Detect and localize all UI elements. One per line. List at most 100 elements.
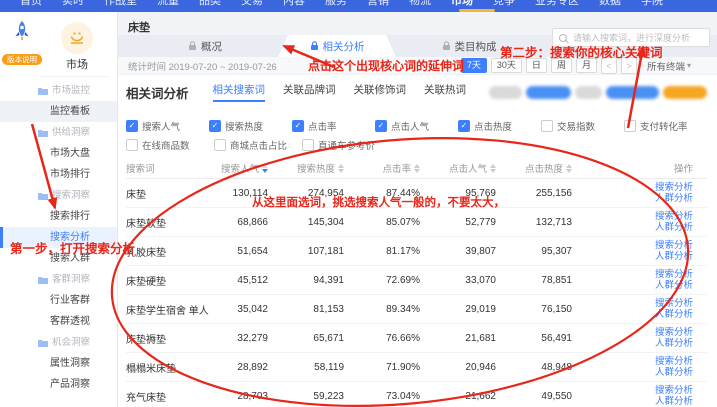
- checkbox-checked[interactable]: ✓: [458, 120, 470, 132]
- blurred-button[interactable]: [663, 86, 707, 99]
- nav-item-warroom[interactable]: 作战室: [94, 0, 147, 8]
- related-words-table: 搜索词 搜索人气 搜索热度 点击率 点击人气 点击热度 操作 床垫 130,11…: [126, 158, 707, 407]
- nav-item-logistics[interactable]: 物流: [399, 0, 441, 8]
- filter-click-heat[interactable]: ✓点击热度: [458, 119, 541, 133]
- col-header-click-heat[interactable]: 点击热度: [496, 161, 572, 176]
- tab-related-analysis[interactable]: 相关分析: [278, 35, 396, 57]
- search-analysis-link[interactable]: 搜索分析: [572, 327, 693, 338]
- blurred-button[interactable]: [489, 86, 522, 99]
- sidebar-item-attribute-insight[interactable]: 属性洞察: [0, 353, 117, 374]
- blurred-button[interactable]: [606, 86, 659, 99]
- range-7d-button[interactable]: 7天: [461, 58, 487, 73]
- ptab-hot-words[interactable]: 关联热词: [424, 82, 466, 102]
- sidebar-item-search-analysis[interactable]: 搜索分析: [0, 227, 117, 248]
- nav-item-business-zone[interactable]: 业务专区: [525, 0, 589, 8]
- checkbox-unchecked[interactable]: [302, 139, 314, 151]
- click-heat-cell: 95,307: [496, 246, 572, 257]
- nav-item-marketing[interactable]: 营销: [357, 0, 399, 8]
- nav-item-traffic[interactable]: 流量: [147, 0, 189, 8]
- range-month-button[interactable]: 月: [576, 58, 597, 73]
- checkbox-unchecked[interactable]: [624, 120, 636, 132]
- tab-category-composition[interactable]: 类目构成: [410, 35, 528, 57]
- nav-item-competition[interactable]: 竞争: [483, 0, 525, 8]
- filter-ctr[interactable]: ✓点击率: [292, 119, 375, 133]
- nav-item-academy[interactable]: 学院: [631, 0, 673, 8]
- filter-online-products[interactable]: 在线商品数: [126, 138, 214, 152]
- search-analysis-link[interactable]: 搜索分析: [572, 269, 693, 280]
- active-nav-underline: [459, 9, 495, 12]
- sidebar-item-search-rank[interactable]: 搜索排行: [0, 206, 117, 227]
- range-30d-button[interactable]: 30天: [491, 58, 522, 73]
- lock-icon: [310, 41, 319, 51]
- next-period-button[interactable]: >: [621, 57, 637, 74]
- version-badge-label[interactable]: 版本说明: [2, 54, 42, 65]
- filter-search-popularity[interactable]: ✓搜索人气: [126, 119, 209, 133]
- nav-item-content[interactable]: 内容: [273, 0, 315, 8]
- filter-trade-index[interactable]: 交易指数: [541, 119, 624, 133]
- crowd-analysis-link[interactable]: 人群分析: [572, 338, 693, 349]
- search-analysis-link[interactable]: 搜索分析: [572, 356, 693, 367]
- sidebar-item-search-crowd[interactable]: 搜索人群: [0, 248, 117, 269]
- checkbox-checked[interactable]: ✓: [292, 120, 304, 132]
- blurred-button[interactable]: [526, 86, 571, 99]
- terminal-filter-dropdown[interactable]: 所有终端 ▾: [647, 59, 691, 73]
- checkbox-unchecked[interactable]: [126, 139, 138, 151]
- filter-pay-conversion[interactable]: 支付转化率: [624, 119, 707, 133]
- col-header-search-heat[interactable]: 搜索热度: [268, 161, 344, 176]
- crowd-analysis-link[interactable]: 人群分析: [572, 193, 693, 204]
- ptab-brand-words[interactable]: 关联品牌词: [283, 82, 336, 102]
- crowd-analysis-link[interactable]: 人群分析: [572, 280, 693, 291]
- version-badge[interactable]: 版本说明: [2, 20, 42, 67]
- metric-filters-row2: 在线商品数 商城点击占比 直通车参考价: [126, 138, 707, 152]
- col-header-search-popularity[interactable]: 搜索人气: [192, 161, 268, 176]
- checkbox-checked[interactable]: ✓: [375, 120, 387, 132]
- col-header-ctr[interactable]: 点击率: [344, 161, 420, 176]
- nav-item-trade[interactable]: 交易: [231, 0, 273, 8]
- related-words-panel: 相关词分析 相关搜索词 关联品牌词 关联修饰词 关联热词: [118, 75, 717, 407]
- range-week-button[interactable]: 周: [551, 58, 572, 73]
- filter-search-heat[interactable]: ✓搜索热度: [209, 119, 292, 133]
- filter-mall-click-ratio[interactable]: 商城点击占比: [214, 138, 302, 152]
- nav-item-market-active[interactable]: 市场: [441, 0, 483, 8]
- search-analysis-link[interactable]: 搜索分析: [572, 240, 693, 251]
- ptab-related-search-words[interactable]: 相关搜索词: [213, 82, 266, 102]
- checkbox-checked[interactable]: ✓: [126, 120, 138, 132]
- crowd-analysis-link[interactable]: 人群分析: [572, 396, 693, 407]
- sidebar-item-market-overview[interactable]: 市场大盘: [0, 143, 117, 164]
- blurred-button[interactable]: [575, 86, 602, 99]
- checkbox-unchecked[interactable]: [214, 139, 226, 151]
- nav-item-realtime[interactable]: 实时: [52, 0, 94, 8]
- crowd-analysis-link[interactable]: 人群分析: [572, 222, 693, 233]
- filter-click-popularity[interactable]: ✓点击人气: [375, 119, 458, 133]
- click-heat-cell: 78,851: [496, 275, 572, 286]
- tab-overview[interactable]: 概况: [146, 35, 264, 57]
- search-analysis-link[interactable]: 搜索分析: [572, 211, 693, 222]
- nav-item-home[interactable]: 首页: [10, 0, 52, 8]
- click-popularity-cell: 21,681: [420, 333, 496, 344]
- prev-period-button[interactable]: <: [601, 57, 617, 74]
- sidebar-item-monitor-board[interactable]: 监控看板: [0, 101, 117, 122]
- search-analysis-link[interactable]: 搜索分析: [572, 298, 693, 309]
- crowd-analysis-link[interactable]: 人群分析: [572, 367, 693, 378]
- sidebar-item-customer-perspective[interactable]: 客群透视: [0, 311, 117, 332]
- nav-item-data[interactable]: 数据: [589, 0, 631, 8]
- search-heat-cell: 107,181: [268, 246, 344, 257]
- search-analysis-link[interactable]: 搜索分析: [572, 182, 693, 193]
- filter-ztc-reference-price[interactable]: 直通车参考价: [302, 138, 390, 152]
- col-header-click-popularity[interactable]: 点击人气: [420, 161, 496, 176]
- search-input[interactable]: [571, 32, 709, 44]
- checkbox-checked[interactable]: ✓: [209, 120, 221, 132]
- crowd-analysis-link[interactable]: 人群分析: [572, 309, 693, 320]
- ptab-modifier-words[interactable]: 关联修饰词: [354, 82, 407, 102]
- sidebar-item-product-insight[interactable]: 产品洞察: [0, 374, 117, 395]
- crowd-analysis-link[interactable]: 人群分析: [572, 251, 693, 262]
- sidebar-item-market-rank[interactable]: 市场排行: [0, 164, 117, 185]
- checkbox-unchecked[interactable]: [541, 120, 553, 132]
- nav-item-category[interactable]: 品类: [189, 0, 231, 8]
- sidebar-item-industry-customer[interactable]: 行业客群: [0, 290, 117, 311]
- sidebar-menu: 市场监控 监控看板 供给洞察 市场大盘 市场排行 搜索洞察 搜索排行 搜索分析 …: [0, 80, 117, 395]
- nav-item-service[interactable]: 服务: [315, 0, 357, 8]
- keyword-search-box[interactable]: [552, 28, 710, 47]
- search-analysis-link[interactable]: 搜索分析: [572, 385, 693, 396]
- range-day-button[interactable]: 日: [526, 58, 547, 73]
